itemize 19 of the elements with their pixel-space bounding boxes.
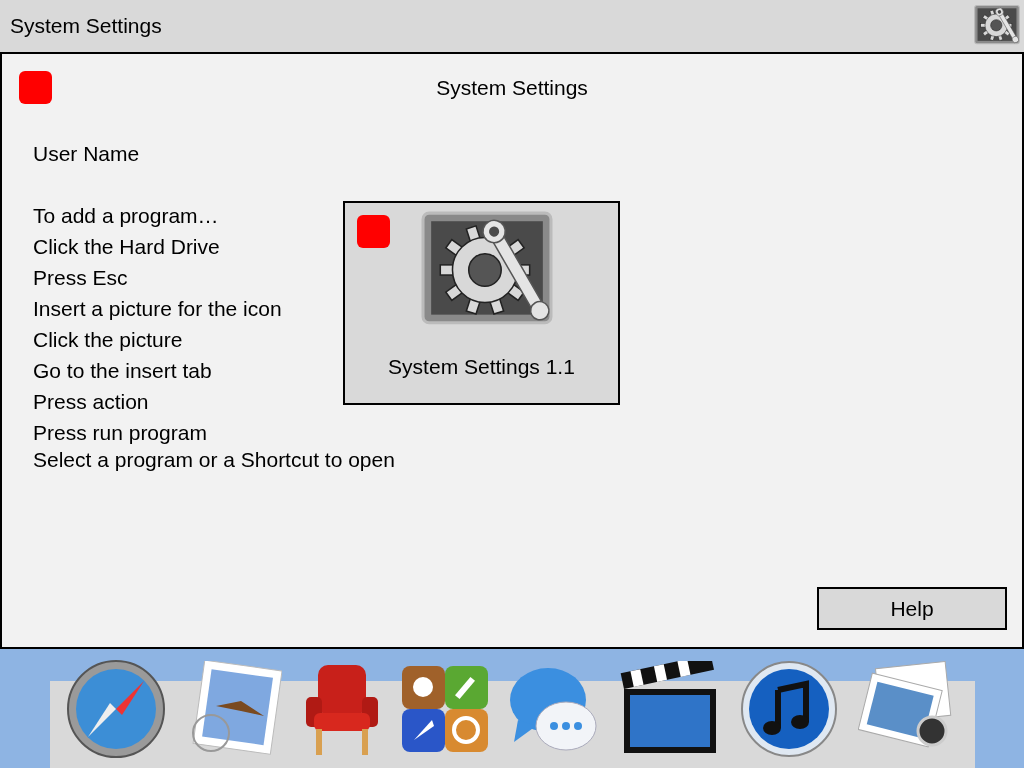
instruction-text: Click the Hard Drive bbox=[33, 234, 220, 260]
compass-icon[interactable] bbox=[66, 658, 166, 759]
instruction-text: Go to the insert tab bbox=[33, 358, 212, 384]
instruction-text: Select a program or a Shortcut to open bbox=[33, 447, 395, 473]
instruction-text: Press Esc bbox=[33, 265, 128, 291]
game-grid-icon[interactable] bbox=[402, 665, 488, 752]
music-note-icon[interactable] bbox=[740, 659, 838, 758]
program-label: System Settings 1.1 bbox=[388, 354, 575, 380]
top-bar-title: System Settings bbox=[10, 13, 162, 40]
help-button[interactable]: Help bbox=[817, 587, 1007, 630]
instruction-text: Insert a picture for the icon bbox=[33, 296, 282, 322]
instruction-text: Press run program bbox=[33, 420, 207, 446]
program-tile[interactable]: System Settings 1.1 bbox=[343, 201, 620, 405]
instruction-text: To add a program… bbox=[33, 203, 219, 229]
user-name-label: User Name bbox=[33, 141, 140, 167]
instruction-text: Press action bbox=[33, 389, 149, 415]
close-button[interactable] bbox=[19, 71, 52, 104]
window-title: System Settings bbox=[435, 74, 589, 101]
instruction-text: Click the picture bbox=[33, 327, 183, 353]
